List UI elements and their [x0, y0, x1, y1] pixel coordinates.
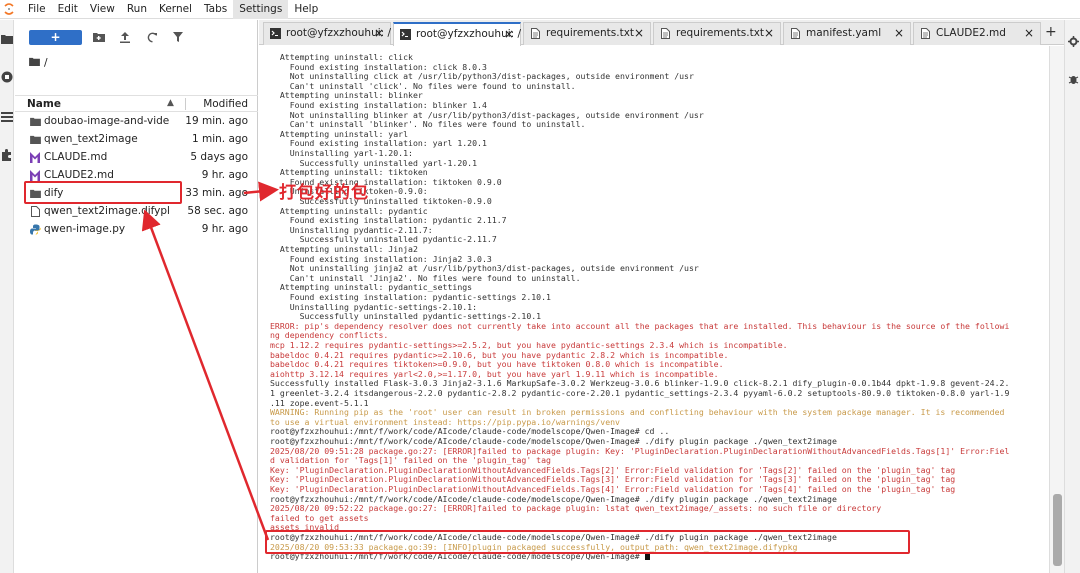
file-modified: 5 days ago: [190, 151, 248, 163]
menu-kernel[interactable]: Kernel: [153, 0, 198, 19]
close-icon[interactable]: ×: [504, 27, 514, 41]
close-icon[interactable]: ×: [1024, 26, 1034, 40]
tab-label: requirements.txt: [676, 27, 765, 39]
file-modified: 19 min. ago: [185, 115, 248, 127]
right-sidebar: [1064, 20, 1080, 573]
name-column-header[interactable]: Name: [27, 98, 61, 110]
folder-icon: [29, 133, 41, 145]
file-modified: 1 min. ago: [191, 133, 248, 145]
text-file-icon: [920, 28, 931, 39]
close-icon[interactable]: ×: [374, 26, 384, 40]
close-icon[interactable]: ×: [764, 26, 774, 40]
file-name: CLAUDE2.md: [44, 169, 114, 181]
menu-file[interactable]: File: [22, 0, 52, 19]
extension-icon[interactable]: [0, 148, 14, 162]
terminal-icon: [400, 29, 411, 40]
file-name: qwen_text2image.difypkg: [44, 205, 169, 217]
file-modified: 9 hr. ago: [201, 169, 248, 181]
terminal-scrollbar[interactable]: [1049, 46, 1064, 573]
highlight-success-output-box: [265, 530, 910, 554]
text-file-icon: [660, 28, 671, 39]
file-modified: 58 sec. ago: [187, 205, 248, 217]
tab-5[interactable]: manifest.yaml ×: [783, 22, 911, 45]
highlight-package-file-box: [24, 181, 182, 204]
tab-label: manifest.yaml: [806, 27, 882, 39]
menu-settings[interactable]: Settings: [233, 0, 289, 19]
filter-icon[interactable]: [171, 30, 185, 44]
file-row[interactable]: qwen-image.py 9 hr. ago: [15, 220, 258, 238]
file-row[interactable]: qwen_text2image.difypkg 58 sec. ago: [15, 202, 258, 220]
sort-ascending-icon: ▲: [167, 98, 174, 108]
file-browser: + / Name ▲ Modified doubao-image-and-vid…: [15, 20, 258, 573]
python-icon: [29, 223, 41, 235]
tab-2[interactable]: root@yfzxzhouhui: / ×: [393, 22, 521, 46]
table-of-contents-icon[interactable]: [0, 110, 14, 124]
file-row[interactable]: qwen_text2image 1 min. ago: [15, 130, 258, 148]
tab-label: requirements.txt: [546, 27, 635, 39]
jupyter-logo-icon: [0, 0, 18, 19]
new-folder-icon[interactable]: [92, 30, 106, 44]
file-icon: [29, 205, 41, 217]
file-row[interactable]: CLAUDE.md 5 days ago: [15, 148, 258, 166]
file-name: qwen_text2image: [44, 133, 138, 145]
main-area: root@yfzxzhouhui: / × root@yfzxzhouhui: / ×…: [259, 20, 1064, 573]
breadcrumb[interactable]: /: [29, 56, 48, 70]
tab-bar: root@yfzxzhouhui: / × root@yfzxzhouhui: / ×…: [259, 20, 1064, 46]
text-file-icon: [790, 28, 801, 39]
breadcrumb-path: /: [44, 57, 48, 69]
close-icon[interactable]: ×: [894, 26, 904, 40]
markdown-icon: [29, 169, 41, 181]
file-modified: 9 hr. ago: [201, 223, 248, 235]
left-activity-bar: [0, 20, 14, 573]
menu-help[interactable]: Help: [288, 0, 324, 19]
file-modified: 33 min. ago: [185, 187, 248, 199]
column-divider[interactable]: [185, 98, 186, 110]
refresh-icon[interactable]: [145, 30, 159, 44]
scrollbar-thumb[interactable]: [1053, 494, 1062, 566]
terminal-output[interactable]: Attempting uninstall: click Found existi…: [259, 46, 1049, 573]
modified-column-header[interactable]: Modified: [203, 98, 248, 110]
tab-6[interactable]: CLAUDE2.md ×: [913, 22, 1041, 45]
tab-1[interactable]: root@yfzxzhouhui: / ×: [263, 22, 391, 45]
tab-label: CLAUDE2.md: [936, 27, 1006, 39]
debugger-icon[interactable]: [1066, 72, 1080, 86]
terminal-icon: [270, 28, 281, 39]
text-file-icon: [530, 28, 541, 39]
tab-3[interactable]: requirements.txt ×: [523, 22, 651, 45]
add-tab-button[interactable]: +: [1045, 24, 1057, 40]
menu-run[interactable]: Run: [121, 0, 153, 19]
file-name: CLAUDE.md: [44, 151, 108, 163]
menu-edit[interactable]: Edit: [52, 0, 84, 19]
file-browser-toolbar: +: [15, 20, 258, 54]
new-launcher-button[interactable]: +: [29, 30, 82, 45]
file-name: qwen-image.py: [44, 223, 126, 235]
menu-bar: File Edit View Run Kernel Tabs Settings Help: [0, 0, 1080, 19]
menu-view[interactable]: View: [84, 0, 121, 19]
close-icon[interactable]: ×: [634, 26, 644, 40]
running-icon[interactable]: [0, 70, 14, 84]
folder-icon: [29, 115, 41, 127]
tab-4[interactable]: requirements.txt ×: [653, 22, 781, 45]
file-list-header: Name ▲ Modified: [15, 95, 258, 112]
file-name: doubao-image-and-vide...: [44, 115, 169, 127]
folder-icon[interactable]: [0, 32, 14, 46]
file-row[interactable]: doubao-image-and-vide... 19 min. ago: [15, 112, 258, 130]
property-inspector-icon[interactable]: [1066, 34, 1080, 48]
upload-icon[interactable]: [118, 30, 132, 44]
terminal-line: 1 greenlet-3.2.4 itsdangerous-2.2.0 pyda…: [270, 388, 1010, 398]
annotation-label: 打包好的包: [279, 183, 369, 203]
markdown-icon: [29, 151, 41, 163]
folder-icon: [29, 57, 40, 69]
menu-tabs[interactable]: Tabs: [198, 0, 233, 19]
